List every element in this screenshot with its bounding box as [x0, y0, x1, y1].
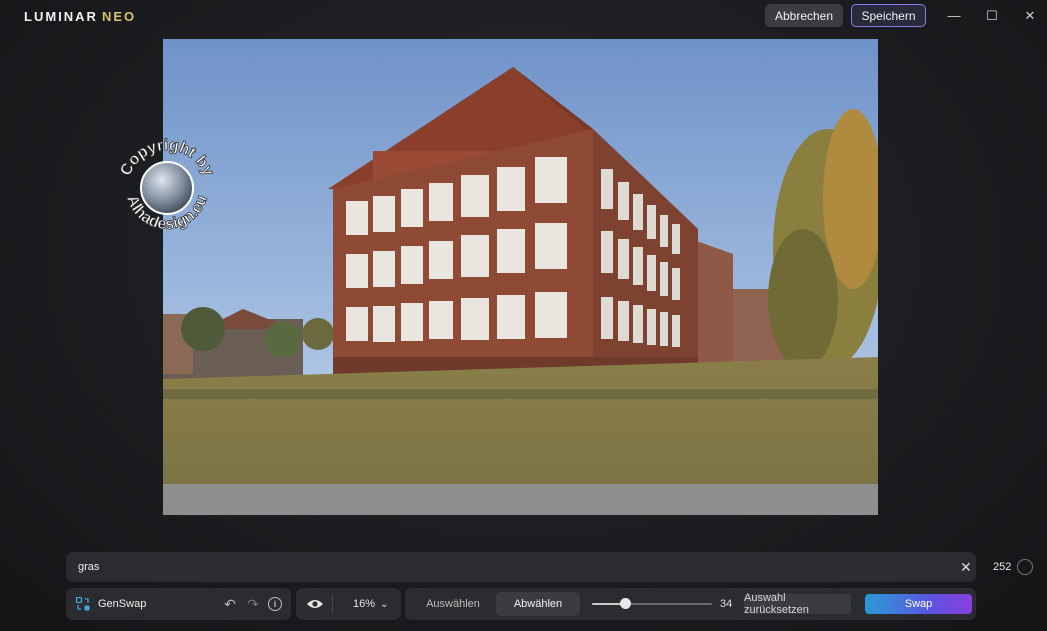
title-bar: LUMINAR NEO Abbrechen Speichern — ☐ ✕ — [0, 0, 1047, 34]
image-canvas[interactable] — [163, 39, 878, 515]
minimize-icon[interactable]: — — [946, 8, 962, 24]
zoom-dropdown[interactable]: 16% ⌄ — [353, 598, 388, 610]
logo-main-text: LUMINAR — [24, 9, 98, 24]
divider — [332, 594, 333, 614]
logo-accent-text: NEO — [101, 9, 137, 24]
cancel-button[interactable]: Abbrechen — [765, 4, 843, 27]
deselect-tab[interactable]: Abwählen — [496, 592, 580, 616]
swap-button[interactable]: Swap — [865, 594, 972, 614]
prompt-input[interactable] — [70, 555, 950, 579]
undo-icon[interactable]: ↶ — [222, 596, 238, 612]
maximize-icon[interactable]: ☐ — [984, 8, 1000, 24]
prompt-bar: ✕ 252 — [66, 552, 1033, 582]
selection-panel: Auswählen Abwählen 34 Auswahl zurücksetz… — [405, 588, 976, 620]
zoom-value: 16% — [353, 598, 376, 610]
clear-icon[interactable]: ✕ — [960, 559, 972, 576]
chevron-down-icon: ⌄ — [380, 599, 389, 610]
brush-size-handle[interactable] — [620, 598, 632, 609]
character-count: 252 — [993, 561, 1012, 573]
watermark-globe-icon: Copyright by Alhadesign.eu — [117, 136, 217, 233]
building-photo — [163, 39, 878, 515]
genswap-icon — [76, 597, 90, 611]
reset-selection-button[interactable]: Auswahl zurücksetzen — [744, 592, 851, 616]
eye-icon[interactable] — [306, 598, 324, 610]
close-icon[interactable]: ✕ — [1022, 8, 1038, 24]
brush-size-value: 34 — [720, 598, 733, 610]
save-button[interactable]: Speichern — [851, 4, 926, 27]
view-panel: 16% ⌄ — [296, 588, 401, 620]
info-icon[interactable]: i — [268, 597, 282, 611]
redo-icon[interactable]: ↷ — [245, 596, 261, 612]
tool-panel: GenSwap ↶ ↷ i — [66, 588, 291, 620]
progress-ring-icon — [1017, 559, 1033, 575]
selection-mode-toggle: Auswählen Abwählen — [409, 592, 582, 616]
copyright-watermark: Copyright by Alhadesign.eu — [112, 130, 222, 240]
app-logo: LUMINAR NEO — [24, 9, 136, 24]
select-tab[interactable]: Auswählen — [409, 592, 497, 616]
tool-name: GenSwap — [98, 598, 147, 610]
